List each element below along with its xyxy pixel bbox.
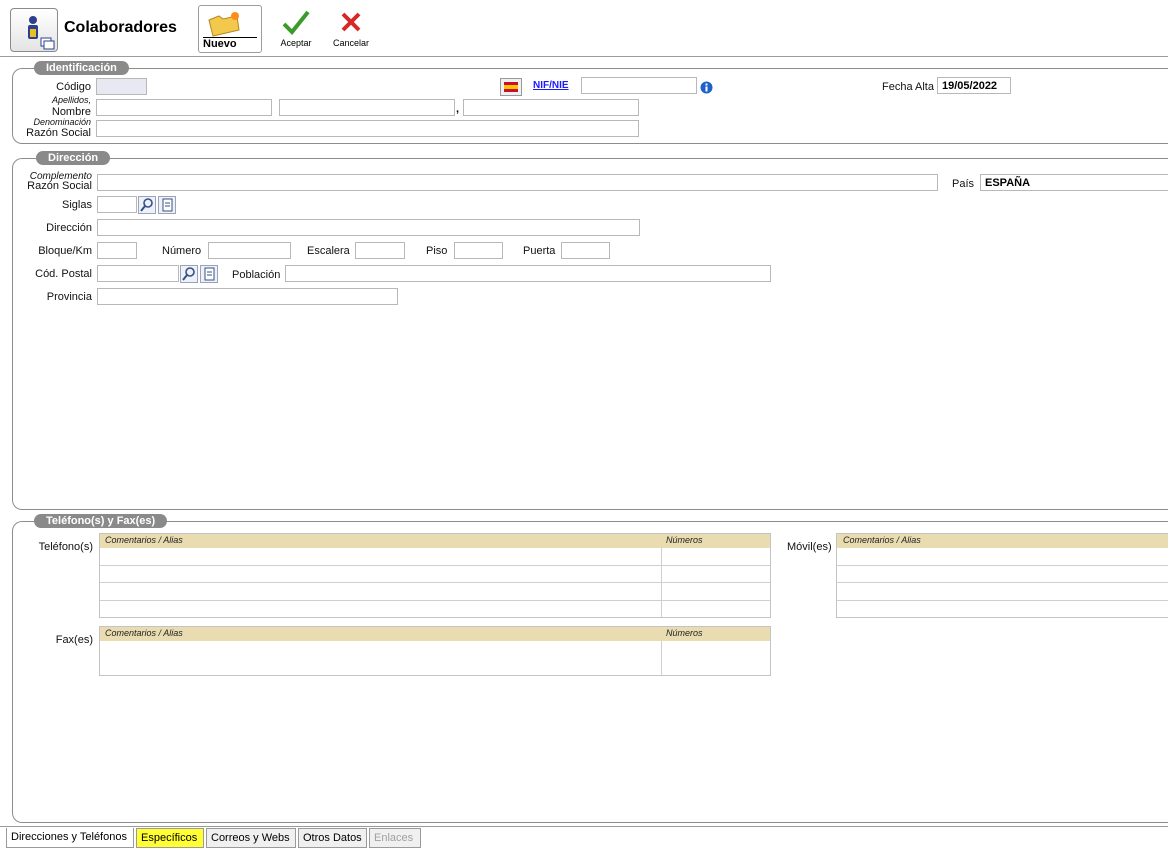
cod-postal-field[interactable]: [97, 265, 179, 282]
siglas-label: Siglas: [62, 199, 92, 211]
telefonos-title: Teléfono(s) y Fax(es): [34, 514, 168, 528]
siglas-document-icon[interactable]: [158, 196, 176, 214]
moviles-grid-header: Comentarios / Alias: [837, 534, 1168, 548]
fax-col-numeros: Números: [666, 628, 703, 638]
tab-bar-line: [0, 826, 1168, 827]
pais-field[interactable]: ESPAÑA: [980, 174, 1168, 191]
piso-field[interactable]: [454, 242, 503, 259]
tab-correos[interactable]: Correos y Webs: [206, 828, 296, 848]
razon-social-field[interactable]: [96, 120, 639, 137]
siglas-field[interactable]: [97, 196, 137, 213]
bloque-field[interactable]: [97, 242, 137, 259]
fecha-alta-label: Fecha Alta: [882, 81, 934, 93]
telefonos-label: Teléfono(s): [38, 541, 93, 553]
comma-separator: ,: [456, 103, 460, 115]
cod-postal-document-icon[interactable]: [200, 265, 218, 283]
fax-grid-header: Comentarios / Alias Números: [100, 627, 770, 641]
piso-label: Piso: [426, 245, 448, 257]
codigo-label: Código: [56, 81, 91, 93]
numero-field[interactable]: [208, 242, 291, 259]
direccion-label: Dirección: [46, 222, 92, 234]
cod-postal-label: Cód. Postal: [35, 268, 92, 280]
siglas-search-icon[interactable]: [138, 196, 156, 214]
puerta-field[interactable]: [561, 242, 610, 259]
spain-flag-icon[interactable]: [500, 78, 522, 96]
new-button-label: Nuevo: [203, 37, 257, 50]
provincia-label: Provincia: [46, 291, 92, 303]
provincia-field[interactable]: [97, 288, 398, 305]
direccion-section: [12, 158, 1168, 510]
nif-field[interactable]: [581, 77, 697, 94]
telefonos-col-numeros: Números: [666, 535, 703, 545]
cod-postal-search-icon[interactable]: [180, 265, 198, 283]
identificacion-title: Identificación: [34, 61, 129, 75]
moviles-grid[interactable]: Comentarios / Alias: [836, 533, 1168, 618]
direccion-field[interactable]: [97, 219, 640, 236]
checkmark-icon: [274, 8, 318, 38]
moviles-label: Móvil(es): [787, 541, 832, 553]
telefonos-col-comentarios: Comentarios / Alias: [105, 535, 183, 545]
numero-label: Número: [162, 245, 202, 257]
app-icon: [10, 8, 58, 52]
cancel-button-label: Cancelar: [332, 38, 370, 48]
moviles-col-comentarios: Comentarios / Alias: [843, 535, 921, 545]
window-title: Colaboradores: [64, 19, 177, 36]
cancel-button[interactable]: Cancelar: [328, 8, 374, 52]
complemento-field[interactable]: [97, 174, 938, 191]
tab-direcciones[interactable]: Direcciones y Teléfonos: [6, 828, 134, 848]
poblacion-label: Población: [232, 269, 281, 281]
fecha-alta-field[interactable]: 19/05/2022: [937, 77, 1011, 94]
razon-social-label: Razón Social: [26, 127, 91, 139]
pais-label: País: [952, 178, 975, 190]
accept-button-label: Aceptar: [280, 38, 312, 48]
apellido1-field[interactable]: [96, 99, 272, 116]
info-icon[interactable]: [700, 81, 713, 97]
tab-otros-datos[interactable]: Otros Datos: [298, 828, 367, 848]
fax-label: Fax(es): [55, 634, 93, 646]
direccion-title: Dirección: [36, 151, 111, 165]
fax-col-comentarios: Comentarios / Alias: [105, 628, 183, 638]
denominacion-label: Denominación: [33, 117, 91, 127]
bloque-label: Bloque/Km: [38, 245, 92, 257]
puerta-label: Puerta: [523, 245, 556, 257]
new-button[interactable]: Nuevo: [198, 5, 262, 53]
nif-link[interactable]: NIF/NIE: [533, 80, 569, 91]
tab-enlaces[interactable]: Enlaces: [369, 828, 421, 848]
complemento-label-2: Razón Social: [27, 180, 92, 192]
escalera-label: Escalera: [307, 245, 350, 257]
apellidos-label-1: Apellidos,: [51, 95, 91, 105]
accept-button[interactable]: Aceptar: [274, 8, 318, 52]
nombre-field[interactable]: [463, 99, 639, 116]
cancel-x-icon: [328, 8, 374, 38]
escalera-field[interactable]: [355, 242, 405, 259]
codigo-field[interactable]: [96, 78, 147, 95]
poblacion-field[interactable]: [285, 265, 771, 282]
telefonos-grid[interactable]: Comentarios / Alias Números: [99, 533, 771, 618]
fax-grid[interactable]: Comentarios / Alias Números: [99, 626, 771, 676]
telefonos-grid-header: Comentarios / Alias Números: [100, 534, 770, 548]
apellido2-field[interactable]: [279, 99, 455, 116]
tab-especificos[interactable]: Específicos: [136, 828, 204, 848]
